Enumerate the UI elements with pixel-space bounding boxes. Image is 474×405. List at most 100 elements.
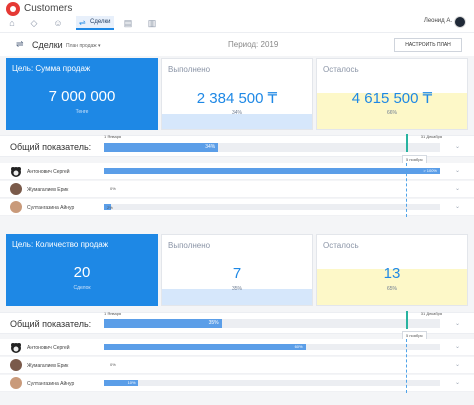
- overall-label: Общий показатель:: [10, 142, 92, 152]
- person-fill: 60%: [104, 344, 306, 350]
- goal-card: Цель: Сумма продаж 7 000 000 Тенге: [6, 58, 158, 130]
- person-row[interactable]: Жумагалиев Ерик 0% ⌄: [0, 357, 474, 374]
- avatar: [10, 341, 22, 353]
- overall-fill: 35%: [104, 319, 222, 328]
- avatar: [10, 377, 22, 389]
- person-name: Султангазина Айнур: [27, 381, 75, 387]
- chevron-down-icon[interactable]: ⌄: [455, 203, 460, 210]
- reports-icon[interactable]: ▥: [146, 18, 158, 28]
- person-row[interactable]: Антонович Сергей 60% ⌄: [0, 339, 474, 356]
- person-row[interactable]: Султангазина Айнур 2% ⌄: [0, 199, 474, 216]
- person-percent: 10%: [127, 380, 136, 385]
- chevron-down-icon[interactable]: ⌄: [455, 185, 460, 192]
- user-name[interactable]: Леонид А.: [424, 18, 452, 24]
- done-fill: [162, 114, 312, 129]
- goal-value: 7 000 000: [48, 88, 116, 105]
- person-row[interactable]: Антонович Сергей > 100% ⌄: [0, 163, 474, 180]
- overall-fill: 34%: [104, 143, 219, 152]
- setup-plan-button[interactable]: НАСТРОИТЬ ПЛАН: [394, 38, 462, 52]
- user-avatar[interactable]: [454, 16, 466, 28]
- done-value: 7: [232, 265, 242, 282]
- logo-icon: [6, 2, 20, 16]
- rest-card: Осталось 4 615 500 ₸ 66%: [316, 58, 468, 130]
- done-title: Выполнено: [168, 65, 211, 74]
- chevron-down-icon[interactable]: ⌄: [455, 343, 460, 350]
- person-fill: > 100%: [104, 168, 440, 174]
- axis-start: 1 Января: [104, 311, 122, 316]
- overall-percent: 34%: [205, 144, 216, 150]
- rest-percent: 66%: [386, 110, 397, 116]
- goal-unit: Сделок: [73, 285, 91, 291]
- done-title: Выполнено: [168, 241, 211, 250]
- chevron-down-icon[interactable]: ⌄: [455, 167, 460, 174]
- app-name: Customers: [24, 3, 73, 14]
- person-percent: 60%: [294, 344, 303, 349]
- goal-card: Цель: Количество продаж 20 Сделок: [6, 234, 158, 306]
- documents-icon[interactable]: ▤: [122, 18, 134, 28]
- overall-track: 34%: [104, 143, 440, 152]
- avatar: [10, 183, 22, 195]
- tab-deals-label: Сделки: [90, 19, 111, 25]
- divider: [0, 222, 474, 228]
- avatar: [10, 359, 22, 371]
- rest-card: Осталось 13 65%: [316, 234, 468, 306]
- person-track: 60%: [104, 344, 440, 350]
- goal-title: Цель: Количество продаж: [12, 240, 109, 249]
- people-icon[interactable]: ☺: [52, 18, 64, 28]
- today-line: [406, 339, 407, 393]
- done-value: 2 384 500 ₸: [196, 90, 278, 107]
- chevron-down-icon[interactable]: ⌄: [455, 361, 460, 368]
- contacts-icon[interactable]: ◇: [28, 18, 40, 28]
- person-name: Жумагалиев Ерик: [27, 363, 69, 369]
- person-percent: 2%: [107, 205, 113, 210]
- done-percent: 35%: [231, 286, 242, 292]
- period-label: Период: 2019: [228, 40, 279, 49]
- person-name: Жумагалиев Ерик: [27, 187, 69, 193]
- person-name: Антонович Сергей: [27, 345, 70, 351]
- chevron-down-icon[interactable]: ⌄: [455, 143, 460, 150]
- goal-unit: Тенге: [75, 109, 89, 115]
- rest-title: Осталось: [323, 65, 359, 74]
- today-marker: [406, 311, 408, 329]
- deals-icon: ⇌: [16, 39, 24, 49]
- today-line: [406, 163, 407, 217]
- person-row[interactable]: Жумагалиев Ерик 0% ⌄: [0, 181, 474, 198]
- rest-value: 13: [383, 265, 401, 282]
- person-name: Антонович Сергей: [27, 169, 70, 175]
- rest-title: Осталось: [323, 241, 359, 250]
- person-percent: 0%: [110, 362, 116, 367]
- person-track: 10%: [104, 380, 440, 386]
- done-card: Выполнено 2 384 500 ₸ 34%: [161, 58, 313, 130]
- person-row[interactable]: Султангазина Айнур 10% ⌄: [0, 375, 474, 392]
- overall-percent: 35%: [208, 320, 219, 326]
- rest-percent: 65%: [386, 286, 397, 292]
- avatar: [10, 165, 22, 177]
- tab-deals[interactable]: ⇌ Сделки: [76, 16, 114, 30]
- person-percent: > 100%: [423, 168, 437, 173]
- person-percent: 0%: [110, 186, 116, 191]
- plan-dropdown-label: План продаж: [66, 43, 97, 49]
- rest-value: 4 615 500 ₸: [351, 90, 433, 107]
- goal-title: Цель: Сумма продаж: [12, 64, 91, 73]
- page-title: Сделки: [32, 40, 63, 50]
- chevron-down-icon[interactable]: ⌄: [455, 320, 460, 327]
- done-percent: 34%: [231, 110, 242, 116]
- overall-track: 35%: [104, 319, 440, 328]
- deals-icon: ⇌: [79, 18, 86, 27]
- plan-dropdown[interactable]: План продаж ▾: [66, 43, 101, 49]
- person-track: > 100%: [104, 168, 440, 174]
- goal-value: 20: [73, 264, 91, 281]
- sub-header: ⇌ Сделки План продаж ▾ Период: 2019 НАСТ…: [0, 32, 474, 56]
- axis-end: 31 Декабря: [420, 134, 442, 139]
- top-bar: Customers ⌂ ◇ ☺ ⇌ Сделки ▤ ▥ Леонид А.: [0, 0, 474, 32]
- person-name: Султангазина Айнур: [27, 205, 75, 211]
- overall-label: Общий показатель:: [10, 319, 92, 329]
- today-marker: [406, 134, 408, 152]
- person-fill: 10%: [104, 380, 138, 386]
- axis-start: 1 Января: [104, 134, 122, 139]
- home-icon[interactable]: ⌂: [6, 18, 18, 28]
- chevron-down-icon: ▾: [98, 43, 101, 49]
- avatar: [10, 201, 22, 213]
- chevron-down-icon[interactable]: ⌄: [455, 379, 460, 386]
- axis-end: 31 Декабря: [420, 311, 442, 316]
